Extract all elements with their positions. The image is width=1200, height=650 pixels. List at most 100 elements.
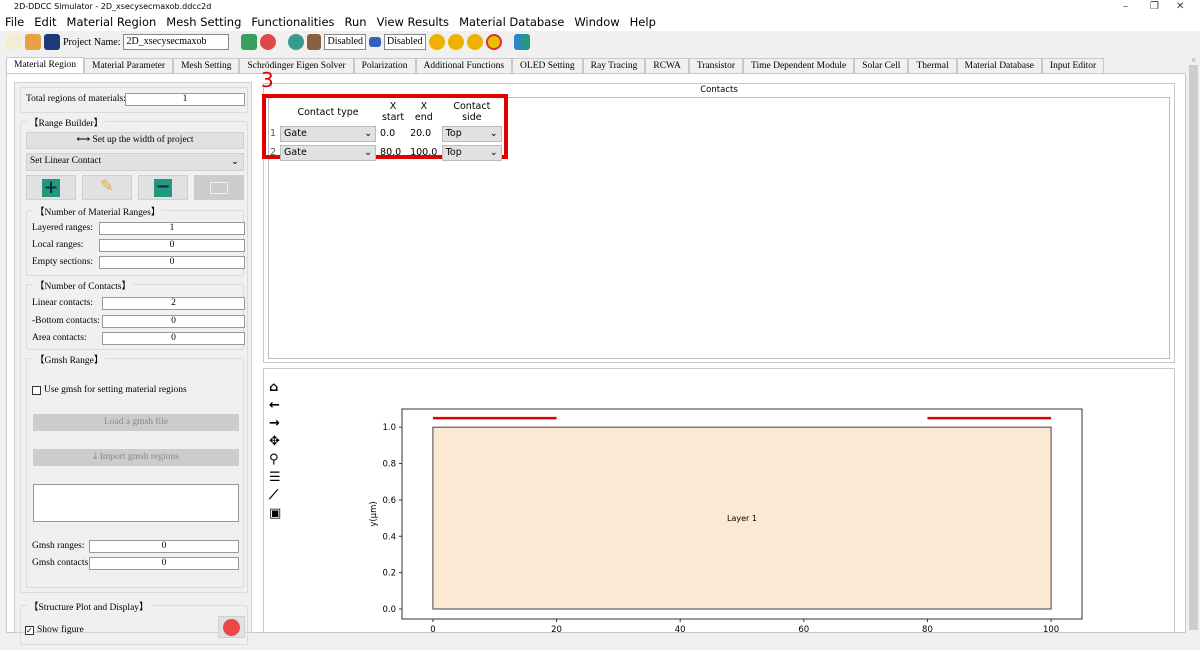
open-folder-icon[interactable] xyxy=(25,34,41,50)
minimize-button[interactable]: – xyxy=(1123,1,1128,12)
tab-additional-functions[interactable]: Additional Functions xyxy=(415,58,513,74)
column-header[interactable]: Contact type xyxy=(278,100,378,124)
local-field[interactable]: 0 xyxy=(99,239,245,252)
menu-run[interactable]: Run xyxy=(340,14,372,31)
material-ranges-group: 【Number of Material Ranges】 Layered rang… xyxy=(26,204,245,276)
linear-field[interactable]: 2 xyxy=(102,297,245,310)
total-regions-field[interactable]: 1 xyxy=(125,93,245,106)
tab-oled-setting[interactable]: OLED Setting xyxy=(512,58,583,74)
gmsh-contacts-label: Gmsh contacts: xyxy=(32,558,91,568)
remove-button[interactable]: − xyxy=(138,175,188,200)
menu-window[interactable]: Window xyxy=(569,14,624,31)
results-chart-icon[interactable] xyxy=(513,34,530,50)
tab-ray-tracing[interactable]: Ray Tracing xyxy=(582,58,646,74)
step-annotation: 3 xyxy=(261,68,274,92)
mesh-icon[interactable] xyxy=(288,34,305,50)
project-name-label: Project Name: xyxy=(63,36,121,48)
refresh-plot-button[interactable] xyxy=(218,616,245,638)
tab-time-dependent-module[interactable]: Time Dependent Module xyxy=(743,58,855,74)
run-icon[interactable] xyxy=(428,34,445,50)
empty-field[interactable]: 0 xyxy=(99,256,245,269)
load-gmsh-button[interactable]: Load a gmsh file xyxy=(33,414,239,431)
new-file-icon[interactable] xyxy=(6,34,22,50)
chevron-down-icon: ⌄ xyxy=(489,146,498,158)
run-batch-icon[interactable] xyxy=(466,34,483,50)
column-header[interactable]: X start xyxy=(378,100,408,124)
x-start-cell[interactable]: 80.0 xyxy=(378,143,408,162)
plus-icon: + xyxy=(42,177,60,198)
tab-schr-dinger-eigen-solver[interactable]: Schrödinger Eigen Solver xyxy=(239,58,354,74)
contact-type-select[interactable]: Set Linear Contact ⌄ xyxy=(26,153,244,171)
table-row: 1 Gate ⌄ 0.0 20.0 Top ⌄ xyxy=(268,124,504,143)
project-name-input[interactable]: 2D_xsecysecmaxob xyxy=(123,34,230,50)
load-gmsh-label: Load a gmsh file xyxy=(103,417,169,427)
y-tick-label: 0.6 xyxy=(382,496,396,506)
x-end-cell[interactable]: 100.0 xyxy=(408,143,440,162)
tab-transistor[interactable]: Transistor xyxy=(688,58,744,74)
tab-mesh-setting[interactable]: Mesh Setting xyxy=(173,58,240,74)
gmsh-contacts-field[interactable]: 0 xyxy=(89,557,239,570)
menu-mesh-setting[interactable]: Mesh Setting xyxy=(161,14,246,31)
gmsh-text-area[interactable] xyxy=(33,484,239,522)
tab-bar: Material Region Material Parameter Mesh Se… xyxy=(6,57,1105,75)
menu-help[interactable]: Help xyxy=(625,14,661,31)
folder-button[interactable] xyxy=(194,175,244,200)
menu-edit[interactable]: Edit xyxy=(29,14,61,31)
run-all-icon[interactable] xyxy=(447,34,464,50)
tab-rcwa[interactable]: RCWA xyxy=(645,58,689,74)
contact-type-cell[interactable]: Gate ⌄ xyxy=(278,143,378,162)
list-icon[interactable] xyxy=(369,37,382,47)
tab-material-parameter[interactable]: Material Parameter xyxy=(84,58,174,74)
contact-side-cell[interactable]: Top ⌄ xyxy=(440,143,504,162)
use-gmsh-checkbox[interactable]: Use gmsh for setting material regions xyxy=(32,385,187,395)
edit-button[interactable]: ✎ xyxy=(82,175,132,200)
pencil-icon: ✎ xyxy=(100,178,114,195)
tab-polarization[interactable]: Polarization xyxy=(353,58,416,74)
range-builder-title: 【Range Builder】 xyxy=(27,115,106,129)
scroll-up-icon[interactable]: ˄ xyxy=(1187,56,1200,65)
status2-field: Disabled xyxy=(384,34,426,50)
x-end-cell[interactable]: 20.0 xyxy=(408,124,440,143)
tab-solar-cell[interactable]: Solar Cell xyxy=(854,58,909,74)
menu-material-database[interactable]: Material Database xyxy=(454,14,569,31)
layered-field[interactable]: 1 xyxy=(99,222,245,235)
structure-plot: Layer 1 0 20 40 60 80 100 0.0 0.2 0.4 0.6 0.8 1.0 y(µ… xyxy=(369,408,1083,634)
x-tick-label: 80 xyxy=(922,625,933,634)
contact-type-value: Gate xyxy=(284,146,307,158)
show-figure-label: Show figure xyxy=(37,625,84,635)
y-tick-label: 0.2 xyxy=(382,569,396,579)
column-header[interactable]: Contact side xyxy=(440,100,504,124)
stop-icon[interactable] xyxy=(485,34,502,50)
scrollbar-thumb[interactable] xyxy=(1189,65,1198,630)
menu-material-region[interactable]: Material Region xyxy=(62,14,162,31)
contacts-table: Contact type X start X end Contact side 1 G… xyxy=(268,100,504,162)
tab-material-database[interactable]: Material Database xyxy=(956,58,1043,74)
setup-width-button[interactable]: ⟷ Set up the width of project xyxy=(26,132,244,149)
tab-input-editor[interactable]: Input Editor xyxy=(1042,58,1105,74)
contact-type-cell[interactable]: Gate ⌄ xyxy=(278,124,378,143)
gmsh-ranges-field[interactable]: 0 xyxy=(89,540,239,553)
add-button[interactable]: + xyxy=(26,175,76,200)
area-field[interactable]: 0 xyxy=(102,332,245,345)
tab-thermal[interactable]: Thermal xyxy=(908,58,957,74)
save-icon[interactable] xyxy=(44,34,60,50)
maximize-button[interactable]: ❐ xyxy=(1150,1,1159,12)
column-header[interactable]: X end xyxy=(408,100,440,124)
bottom-field[interactable]: 0 xyxy=(102,315,245,328)
x-start-cell[interactable]: 0.0 xyxy=(378,124,408,143)
menu-view-results[interactable]: View Results xyxy=(372,14,454,31)
minus-icon: − xyxy=(154,176,172,197)
structure-icon[interactable] xyxy=(241,34,258,50)
menu-file[interactable]: File xyxy=(0,14,29,31)
show-figure-checkbox[interactable]: ✓ Show figure xyxy=(25,625,84,635)
download-icon: ⤓ xyxy=(93,452,100,462)
import-gmsh-label: Import gmsh regions xyxy=(99,452,179,462)
vertical-scrollbar[interactable]: ˄ xyxy=(1187,56,1200,633)
refresh-icon[interactable] xyxy=(260,34,277,50)
settings-bars-icon[interactable] xyxy=(307,34,322,50)
menu-functionalities[interactable]: Functionalities xyxy=(246,14,339,31)
close-button[interactable]: ✕ xyxy=(1176,1,1184,12)
left-panel: Total regions of materials: 1 【Range Bui… xyxy=(14,82,252,645)
contact-side-cell[interactable]: Top ⌄ xyxy=(440,124,504,143)
import-gmsh-button[interactable]: ⤓ Import gmsh regions xyxy=(33,449,239,466)
